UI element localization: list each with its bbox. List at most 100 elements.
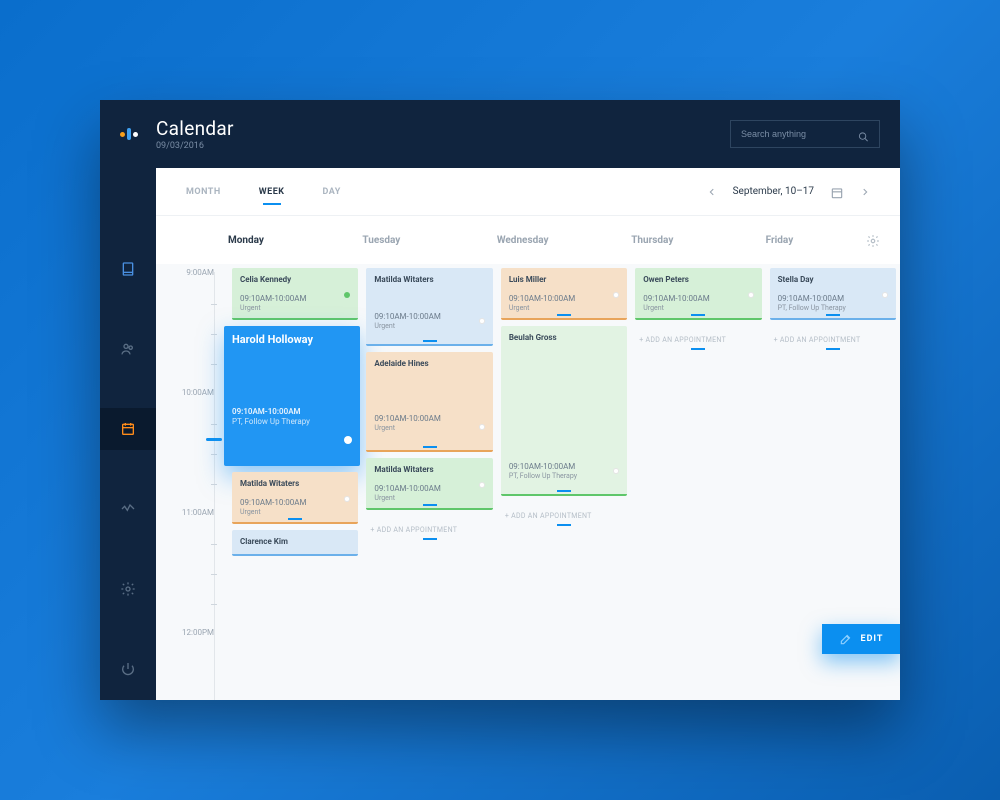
appointment-note: Urgent	[374, 424, 484, 432]
body: MONTH WEEK DAY September, 10–17 Monday T…	[100, 168, 900, 700]
appointment-card-selected[interactable]: Harold Holloway 09:10AM-10:00AM PT, Foll…	[224, 326, 360, 466]
toolbar: MONTH WEEK DAY September, 10–17	[156, 168, 900, 216]
column-monday: Celia Kennedy 09:10AM-10:00AM Urgent Har…	[228, 264, 362, 700]
appointment-note: Urgent	[509, 304, 619, 312]
tab-week[interactable]: WEEK	[259, 187, 285, 197]
edit-button[interactable]: EDIT	[822, 624, 900, 654]
appointment-time: 09:10AM-10:00AM	[374, 312, 484, 321]
appointment-name: Adelaide Hines	[374, 359, 484, 368]
day-header-wednesday[interactable]: Wednesday	[497, 235, 631, 246]
time-column: 9:00AM 10:00AM 11:00AM 12:00PM	[156, 264, 228, 700]
users-icon	[120, 341, 136, 357]
day-header-thursday[interactable]: Thursday	[631, 235, 765, 246]
gear-icon	[120, 581, 136, 597]
tab-day[interactable]: DAY	[322, 187, 340, 197]
settings-icon[interactable]	[866, 233, 880, 247]
time-10am: 10:00AM	[182, 388, 214, 397]
add-appointment-button[interactable]: + ADD AN APPOINTMENT	[366, 516, 492, 538]
calendar-picker-icon[interactable]	[830, 185, 844, 199]
appointment-note: PT, Follow Up Therapy	[509, 472, 619, 480]
book-icon	[120, 261, 136, 277]
appointment-name: Owen Peters	[643, 275, 753, 284]
appointment-time: 09:10AM-10:00AM	[643, 294, 753, 303]
sidebar	[100, 168, 156, 700]
appointment-time: 09:10AM-10:00AM	[240, 498, 350, 507]
sidebar-item-settings[interactable]	[100, 568, 156, 610]
search-box[interactable]	[730, 120, 880, 148]
column-wednesday: Luis Miller 09:10AM-10:00AM Urgent Beula…	[497, 264, 631, 700]
sidebar-item-users[interactable]	[100, 328, 156, 370]
calendar-icon	[120, 421, 136, 437]
appointment-card[interactable]: Matilda Witaters 09:10AM-10:00AM Urgent	[366, 268, 492, 346]
status-dot	[882, 292, 888, 298]
appointment-note: Urgent	[240, 508, 350, 516]
sidebar-item-activity[interactable]	[100, 488, 156, 530]
appointment-time: 09:10AM-10:00AM	[778, 294, 888, 303]
chevron-right-icon[interactable]	[860, 187, 870, 197]
edit-label: EDIT	[861, 634, 884, 644]
appointment-time: 09:10AM-10:00AM	[374, 414, 484, 423]
appointment-card[interactable]: Celia Kennedy 09:10AM-10:00AM Urgent	[232, 268, 358, 320]
appointment-name: Celia Kennedy	[240, 275, 350, 284]
days-header: Monday Tuesday Wednesday Thursday Friday	[156, 216, 900, 264]
appointment-note: Urgent	[643, 304, 753, 312]
appointment-name: Clarence Kim	[240, 537, 350, 546]
main-panel: MONTH WEEK DAY September, 10–17 Monday T…	[156, 168, 900, 700]
appointment-time: 09:10AM-10:00AM	[232, 407, 352, 416]
now-indicator[interactable]	[206, 438, 222, 441]
appointment-name: Matilda Witaters	[374, 275, 484, 284]
sidebar-item-calendar[interactable]	[100, 408, 156, 450]
appointment-name: Harold Holloway	[232, 333, 352, 347]
status-dot	[479, 318, 485, 324]
day-columns: Celia Kennedy 09:10AM-10:00AM Urgent Har…	[228, 264, 900, 700]
appointment-card[interactable]: Owen Peters 09:10AM-10:00AM Urgent	[635, 268, 761, 320]
appointment-note: PT, Follow Up Therapy	[778, 304, 888, 312]
activity-icon	[120, 501, 136, 517]
app-logo	[120, 122, 144, 146]
header: Calendar 09/03/2016	[100, 100, 900, 168]
appointment-time: 09:10AM-10:00AM	[509, 294, 619, 303]
time-11am: 11:00AM	[182, 508, 214, 517]
edit-icon	[839, 632, 853, 646]
search-input[interactable]	[741, 129, 858, 139]
appointment-name: Matilda Witaters	[240, 479, 350, 488]
calendar-grid: 9:00AM 10:00AM 11:00AM 12:00PM	[156, 264, 900, 700]
app-window: Calendar 09/03/2016	[100, 100, 900, 700]
appointment-name: Beulah Gross	[509, 333, 619, 342]
appointment-card[interactable]: Luis Miller 09:10AM-10:00AM Urgent	[501, 268, 627, 320]
appointment-note: Urgent	[240, 304, 350, 312]
appointment-note: Urgent	[374, 322, 484, 330]
day-header-monday[interactable]: Monday	[228, 235, 362, 246]
toolbar-right: September, 10–17	[707, 185, 870, 199]
appointment-card[interactable]: Beulah Gross 09:10AM-10:00AM PT, Follow …	[501, 326, 627, 496]
column-tuesday: Matilda Witaters 09:10AM-10:00AM Urgent …	[362, 264, 496, 700]
status-dot	[479, 424, 485, 430]
column-thursday: Owen Peters 09:10AM-10:00AM Urgent + ADD…	[631, 264, 765, 700]
time-9am: 9:00AM	[186, 268, 214, 277]
appointment-card[interactable]: Matilda Witaters 09:10AM-10:00AM Urgent	[366, 458, 492, 510]
header-date: 09/03/2016	[156, 141, 234, 151]
tab-month[interactable]: MONTH	[186, 187, 221, 197]
sidebar-item-power[interactable]	[100, 648, 156, 690]
status-dot	[344, 436, 352, 444]
time-12pm: 12:00PM	[182, 628, 214, 637]
day-header-tuesday[interactable]: Tuesday	[362, 235, 496, 246]
search-icon	[858, 128, 869, 140]
status-dot	[748, 292, 754, 298]
date-range[interactable]: September, 10–17	[733, 186, 814, 197]
appointment-time: 09:10AM-10:00AM	[240, 294, 350, 303]
appointment-card[interactable]: Stella Day 09:10AM-10:00AM PT, Follow Up…	[770, 268, 896, 320]
sidebar-item-library[interactable]	[100, 248, 156, 290]
add-appointment-button[interactable]: + ADD AN APPOINTMENT	[770, 326, 896, 348]
header-title-block: Calendar 09/03/2016	[156, 117, 234, 151]
add-appointment-button[interactable]: + ADD AN APPOINTMENT	[635, 326, 761, 348]
appointment-card[interactable]: Adelaide Hines 09:10AM-10:00AM Urgent	[366, 352, 492, 452]
view-tabs: MONTH WEEK DAY	[186, 187, 341, 197]
appointment-card[interactable]: Clarence Kim	[232, 530, 358, 556]
add-appointment-button[interactable]: + ADD AN APPOINTMENT	[501, 502, 627, 524]
appointment-card[interactable]: Matilda Witaters 09:10AM-10:00AM Urgent	[232, 472, 358, 524]
appointment-time: 09:10AM-10:00AM	[374, 484, 484, 493]
page-title: Calendar	[156, 117, 234, 140]
appointment-note: PT, Follow Up Therapy	[232, 417, 352, 426]
chevron-left-icon[interactable]	[707, 187, 717, 197]
